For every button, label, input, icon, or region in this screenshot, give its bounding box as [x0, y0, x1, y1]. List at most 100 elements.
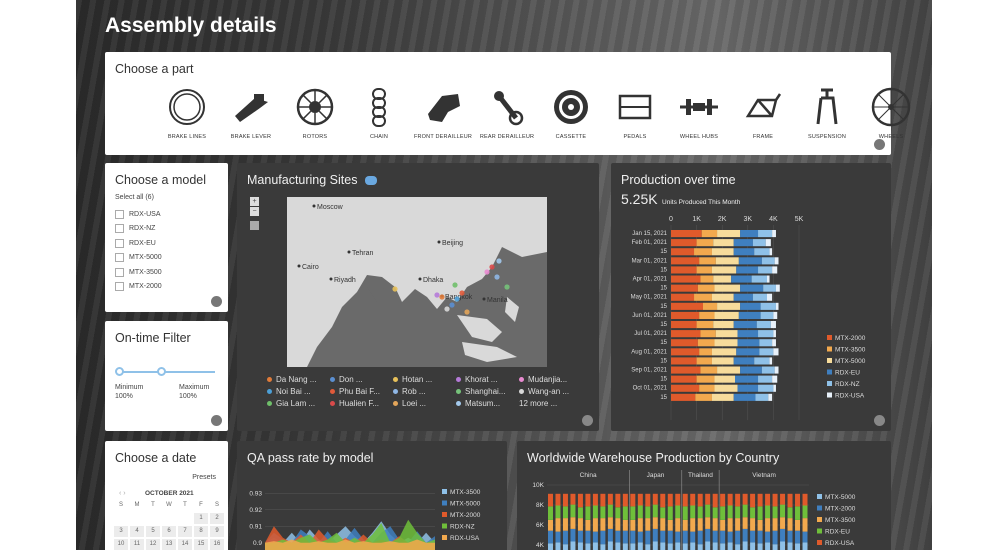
model-option[interactable]: MTX-5000 [115, 251, 162, 266]
production-chart[interactable]: 0 1K 2K 3K 4K 5K Jan 15, 2021 Feb 01, 2021 15 Mar… [611, 209, 891, 427]
y-tick-label: Feb 01, 2021 [632, 240, 668, 246]
bar-segment [757, 506, 763, 520]
bar-segment [737, 384, 759, 392]
calendar-day[interactable]: 3 [114, 526, 128, 537]
bar-segment [694, 293, 712, 301]
model-option[interactable]: MTX-2000 [115, 280, 162, 295]
refresh-icon[interactable] [364, 176, 377, 186]
bar-segment [795, 530, 801, 544]
bar-segment [630, 506, 636, 520]
shield-icon[interactable] [874, 139, 885, 150]
qa-chart[interactable]: 0.93 0.92 0.91 0.9 MTX-3500 MTX-5000 MTX-2000 R… [237, 485, 507, 550]
calendar-day[interactable]: 12 [146, 539, 160, 550]
calendar-day[interactable]: 6 [162, 526, 176, 537]
map-legend-item[interactable]: 12 more ... [519, 399, 582, 408]
calendar-day[interactable]: 8 [194, 526, 208, 537]
bar-segment [772, 530, 778, 545]
part-brake-lines[interactable]: BRAKE LINES [155, 86, 219, 140]
calendar-day[interactable]: 14 [178, 539, 192, 550]
world-map[interactable]: MoscowTehranBeijingCairoRiyadhDhakaBangk… [287, 197, 547, 367]
calendar-day[interactable]: 13 [162, 539, 176, 550]
map-legend-item[interactable]: Noi Bai ... [267, 387, 330, 396]
map-legend-item[interactable]: Hotan ... [393, 375, 456, 384]
bar-segment [735, 493, 741, 507]
ontime-panel-title: On-time Filter [115, 331, 191, 345]
date-panel-title: Choose a date [115, 451, 197, 465]
legend-swatch [827, 369, 832, 375]
site-marker [494, 274, 500, 280]
map-legend-item[interactable]: Shanghai... [456, 387, 519, 396]
model-option[interactable]: RDX-NZ [115, 222, 162, 237]
part-rear-derailleur[interactable]: REAR DERAILLEUR [475, 86, 539, 140]
part-chain[interactable]: CHAIN [347, 86, 411, 140]
bar-segment [697, 339, 715, 347]
shield-icon[interactable] [874, 415, 885, 426]
zoom-out-icon[interactable]: − [250, 207, 259, 216]
map-legend-item[interactable]: Don ... [330, 375, 393, 384]
calendar-day[interactable]: 15 [194, 539, 208, 550]
max-slider-handle[interactable] [157, 367, 166, 376]
calendar-day[interactable]: 9 [210, 526, 224, 537]
bar-segment [699, 348, 712, 356]
part-rotors[interactable]: ROTORS [283, 86, 347, 140]
map-legend-item[interactable]: Wang-an ... [519, 387, 582, 396]
y-tick-label: Jun 01, 2021 [632, 313, 667, 319]
calendar-day[interactable]: 11 [130, 539, 144, 550]
model-option[interactable]: MTX-3500 [115, 265, 162, 280]
map-legend-item[interactable]: Matsum... [456, 399, 519, 408]
home-icon[interactable] [250, 221, 259, 230]
bar-segment [682, 543, 688, 550]
legend-swatch [442, 512, 447, 517]
bar-segment [622, 530, 628, 544]
bar-segment [562, 506, 568, 519]
prev-month-icon[interactable]: ‹ › [119, 490, 126, 497]
checkbox[interactable] [115, 224, 124, 234]
legend-swatch [393, 377, 398, 382]
part-cassette[interactable]: CASSETTE [539, 86, 603, 140]
calendar-day[interactable]: 10 [114, 539, 128, 550]
part-frame[interactable]: FRAME [731, 86, 795, 140]
shield-icon[interactable] [211, 415, 222, 426]
bar-segment [733, 357, 755, 365]
calendar-day[interactable]: 1 [194, 513, 208, 524]
calendar-day[interactable]: 7 [178, 526, 192, 537]
calendar-day[interactable]: 2 [210, 513, 224, 524]
shield-icon[interactable] [582, 415, 593, 426]
part-wheel-hubs[interactable]: WHEEL HUBS [667, 86, 731, 140]
part-front-derailleur[interactable]: FRONT DERAILLEUR [411, 86, 475, 140]
bar-segment [615, 507, 621, 519]
part-suspension[interactable]: SUSPENSION [795, 86, 859, 140]
bar-segment [675, 531, 681, 543]
calendar-day[interactable]: 4 [130, 526, 144, 537]
checkbox[interactable] [115, 267, 124, 277]
zoom-in-icon[interactable]: + [250, 197, 259, 206]
bar-segment [733, 393, 756, 401]
map-legend-item[interactable]: Da Nang ... [267, 375, 330, 384]
select-all-option[interactable]: Select all (6) [115, 194, 154, 201]
shield-icon[interactable] [211, 296, 222, 307]
map-legend-item[interactable]: Gia Lam ... [267, 399, 330, 408]
map-legend-item[interactable]: Phu Bai F... [330, 387, 393, 396]
checkbox[interactable] [115, 238, 124, 248]
map-legend-item[interactable]: Hualien F... [330, 399, 393, 408]
map-legend-item[interactable]: Khorat ... [456, 375, 519, 384]
warehouse-chart[interactable]: 10K 8K 6K 4K China Japan Thailand Vietnam MTX-50… [517, 467, 891, 550]
calendar-day[interactable]: 16 [210, 539, 224, 550]
model-option[interactable]: RDX-EU [115, 236, 162, 251]
part-pedals[interactable]: PEDALS [603, 86, 667, 140]
map-legend-item[interactable]: Rob ... [393, 387, 456, 396]
bar-segment [742, 541, 748, 550]
range-slider-track[interactable] [119, 371, 215, 373]
x-tick-label: 4K [769, 216, 778, 223]
min-slider-handle[interactable] [115, 367, 124, 376]
model-option[interactable]: RDX-USA [115, 207, 162, 222]
calendar-day[interactable]: 5 [146, 526, 160, 537]
checkbox[interactable] [115, 282, 124, 292]
map-legend-item[interactable]: Loei ... [393, 399, 456, 408]
part-brake-lever[interactable]: BRAKE LEVER [219, 86, 283, 140]
part-wheels[interactable]: WHEELS [859, 86, 923, 140]
checkbox[interactable] [115, 209, 124, 219]
map-legend-item[interactable]: Mudanjia... [519, 375, 582, 384]
presets-button[interactable]: Presets [192, 474, 216, 481]
checkbox[interactable] [115, 253, 124, 263]
